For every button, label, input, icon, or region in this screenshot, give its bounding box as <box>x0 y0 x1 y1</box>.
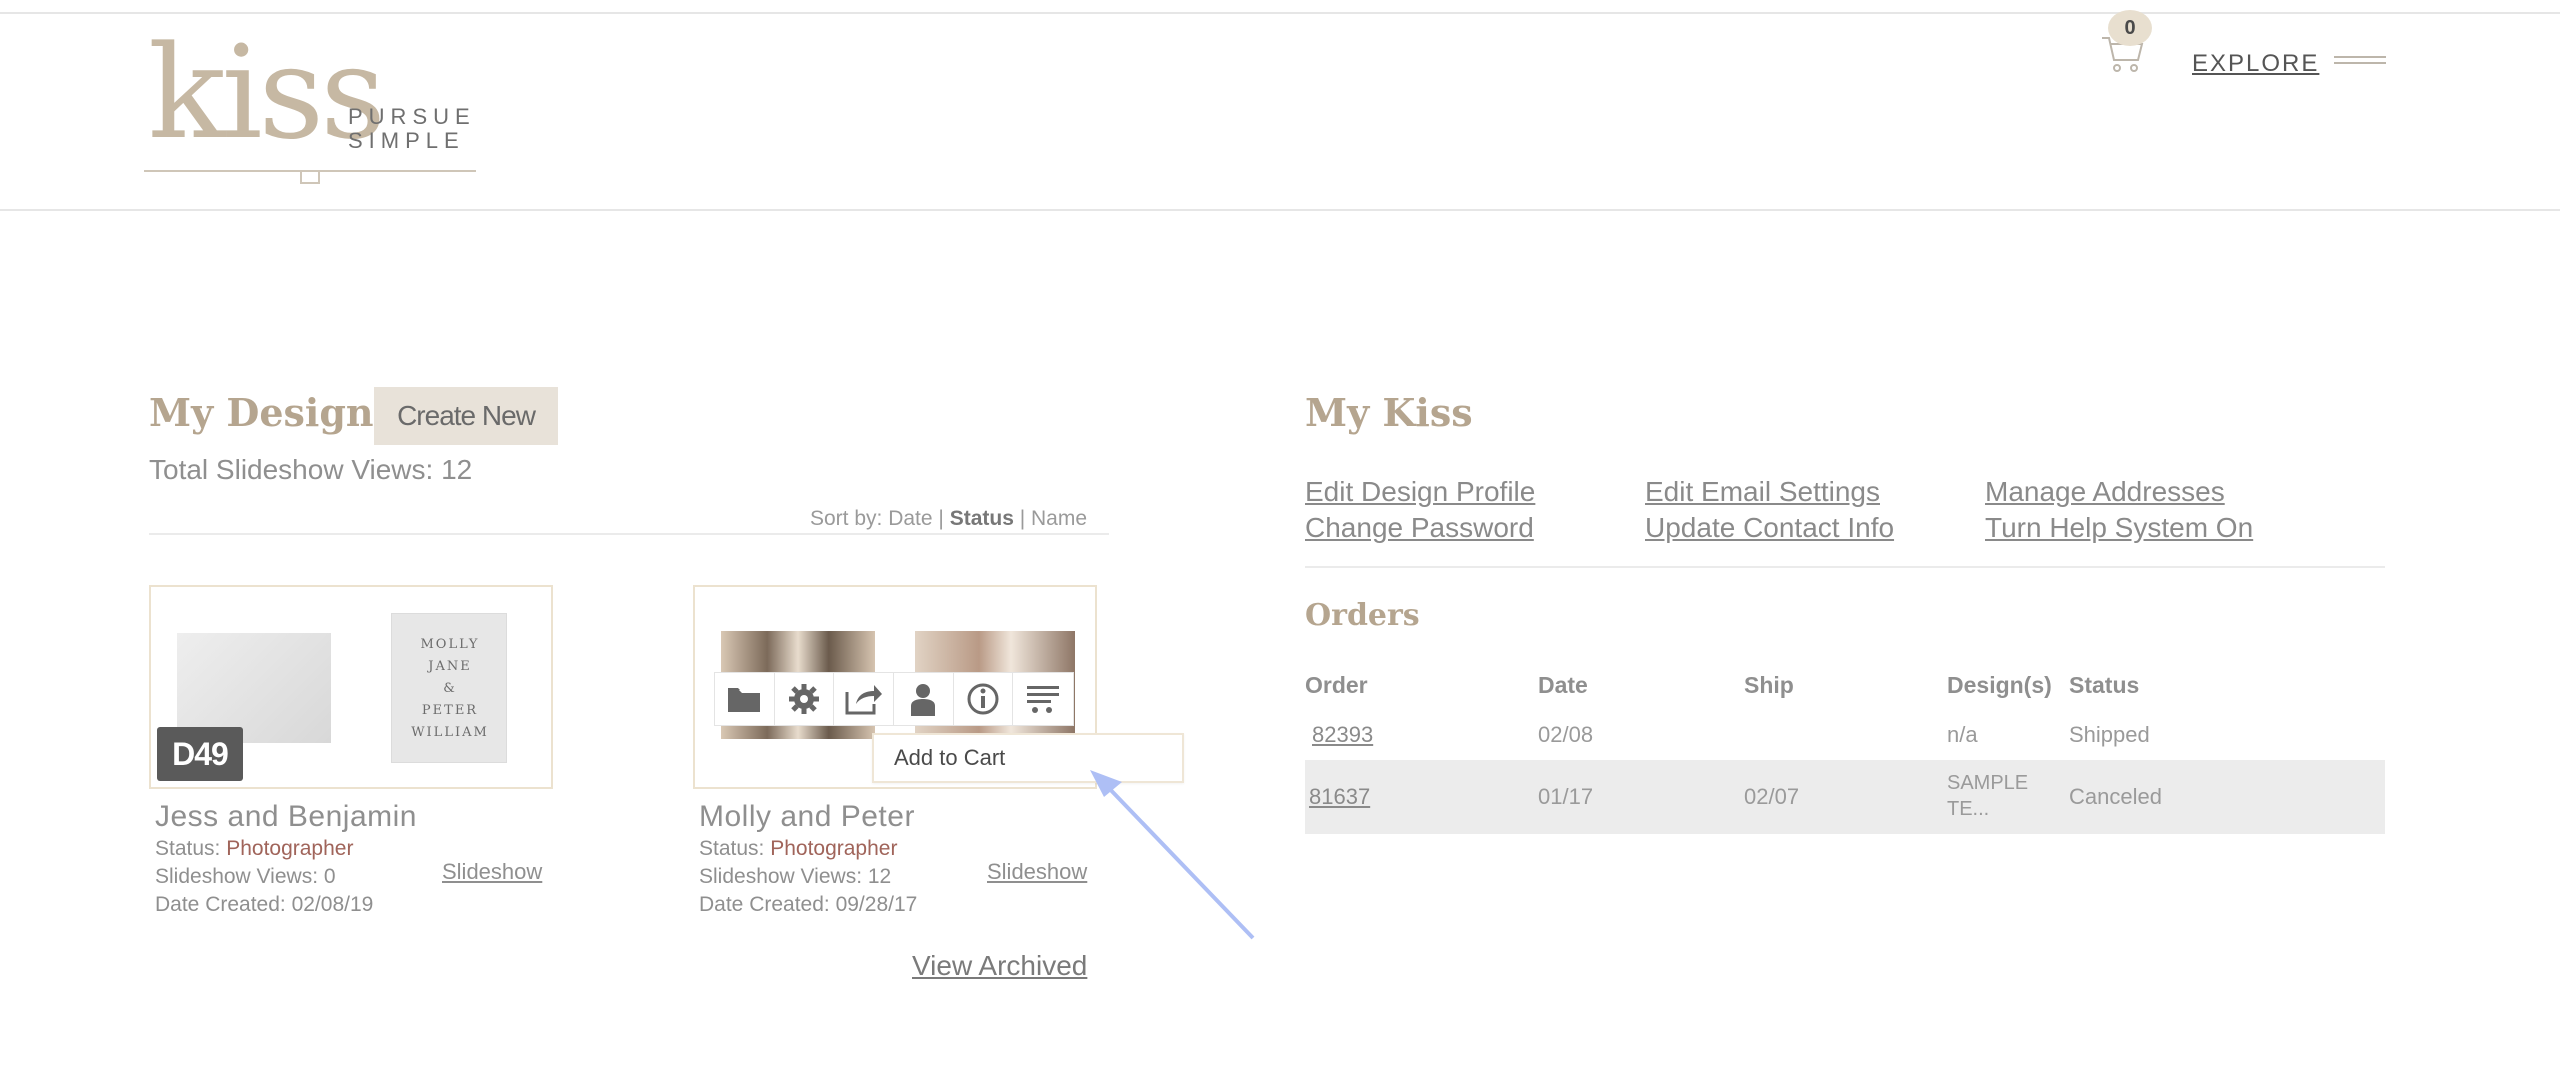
sort-name-link[interactable]: Name <box>1031 507 1087 530</box>
create-new-button[interactable]: Create New <box>374 387 558 445</box>
design-date-created: Date Created: 02/08/19 <box>155 893 374 916</box>
design-date-created: Date Created: 09/28/17 <box>699 893 918 916</box>
status-label: Status: <box>699 837 771 860</box>
sort-by-label: Sort by: <box>810 507 889 530</box>
explore-link[interactable]: EXPLORE <box>2192 50 2319 78</box>
order-designs-line: SAMPLE <box>1947 772 2029 794</box>
status-label: Status: <box>155 837 227 860</box>
designs-divider <box>149 533 1109 535</box>
order-ship-date: 02/07 <box>1744 784 1800 809</box>
sort-separator: | <box>932 507 950 530</box>
cart-count-badge[interactable]: 0 <box>2108 10 2152 46</box>
logo[interactable]: kiss PURSUE SIMPLE <box>144 30 480 190</box>
my-kiss-heading: My Kiss <box>1305 390 1473 435</box>
order-date: 01/17 <box>1538 784 1594 809</box>
column-header-date: Date <box>1538 672 1588 698</box>
design-title[interactable]: Molly and Peter <box>699 800 915 834</box>
turn-help-system-on-link[interactable]: Turn Help System On <box>1985 512 2253 544</box>
folder-icon[interactable] <box>715 673 775 725</box>
design-code-badge: D49 <box>157 727 243 781</box>
status-value: Photographer <box>770 837 898 860</box>
change-password-link[interactable]: Change Password <box>1305 512 1534 544</box>
order-status: Shipped <box>2069 722 2150 747</box>
order-number-link[interactable]: 82393 <box>1312 722 1373 748</box>
edit-design-profile-link[interactable]: Edit Design Profile <box>1305 476 1535 508</box>
edit-email-settings-link[interactable]: Edit Email Settings <box>1645 476 1880 508</box>
column-header-designs: Design(s) <box>1947 672 2052 698</box>
design-action-toolbar <box>714 672 1074 726</box>
info-icon[interactable] <box>954 673 1014 725</box>
sort-date-link[interactable]: Date <box>888 507 932 530</box>
logo-tagline-1: PURSUE <box>348 104 476 129</box>
invite-text-line: & <box>443 681 457 696</box>
logo-tab <box>300 170 320 184</box>
order-date: 02/08 <box>1538 722 1594 747</box>
gear-icon[interactable] <box>775 673 835 725</box>
order-status: Canceled <box>2069 784 2162 809</box>
my-designs-heading: My Designs <box>149 390 395 435</box>
share-icon[interactable] <box>834 673 895 725</box>
design-card-jess-and-benjamin[interactable]: MOLLY JANE & PETER WILLIAM D49 <box>149 585 553 789</box>
my-kiss-divider <box>1305 566 2385 568</box>
manage-addresses-link[interactable]: Manage Addresses <box>1985 476 2225 508</box>
design-title[interactable]: Jess and Benjamin <box>155 800 417 834</box>
slideshow-link[interactable]: Slideshow <box>442 859 542 885</box>
order-designs-line: TE... <box>1947 798 1990 820</box>
order-context-menu: Add to Cart <box>872 733 1184 783</box>
header-divider <box>0 209 2560 211</box>
column-header-order: Order <box>1305 672 1368 698</box>
top-border <box>0 12 2560 14</box>
invite-text-line: JANE <box>428 659 472 674</box>
status-value: Photographer <box>226 837 354 860</box>
order-designs: n/a <box>1947 722 1978 747</box>
order-designs: SAMPLE TE... <box>1947 770 2028 822</box>
design-status: Status: Photographer <box>699 837 897 861</box>
slideshow-link[interactable]: Slideshow <box>987 859 1087 885</box>
design-slideshow-views: Slideshow Views: 0 <box>155 865 336 888</box>
design-status: Status: Photographer <box>155 837 353 861</box>
update-contact-info-link[interactable]: Update Contact Info <box>1645 512 1894 544</box>
total-slideshow-views: Total Slideshow Views: 12 <box>149 454 473 485</box>
table-row <box>1305 760 2385 834</box>
sort-status-link[interactable]: Status <box>950 507 1014 530</box>
sort-separator: | <box>1013 507 1031 530</box>
invite-text-line: PETER <box>421 703 479 718</box>
order-list-icon[interactable] <box>1013 673 1073 725</box>
invite-text-line: WILLIAM <box>411 725 489 740</box>
user-icon[interactable] <box>894 673 954 725</box>
logo-wordmark: kiss <box>148 19 386 168</box>
logo-tagline-2: SIMPLE <box>348 128 465 153</box>
invitation-thumbnail: MOLLY JANE & PETER WILLIAM <box>391 613 507 763</box>
orders-heading: Orders <box>1305 598 1420 633</box>
view-archived-link[interactable]: View Archived <box>912 950 1087 982</box>
sort-by-bar: Sort by: Date | Status | Name <box>810 507 1087 531</box>
menu-icon[interactable] <box>2334 56 2386 70</box>
column-header-ship: Ship <box>1744 672 1794 698</box>
order-number-link[interactable]: 81637 <box>1309 784 1370 810</box>
add-to-cart-menu-item[interactable]: Add to Cart <box>894 745 1005 771</box>
column-header-status: Status <box>2069 672 2140 698</box>
invite-text-line: MOLLY <box>420 637 480 652</box>
design-slideshow-views: Slideshow Views: 12 <box>699 865 892 888</box>
